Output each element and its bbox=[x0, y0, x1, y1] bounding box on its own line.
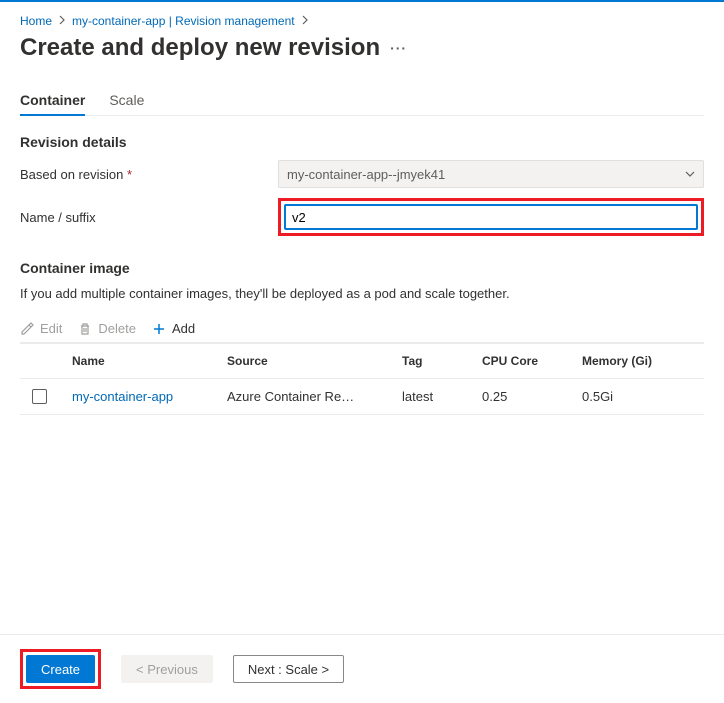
table-header: Name Source Tag CPU Core Memory (Gi) bbox=[20, 343, 704, 379]
create-button[interactable]: Create bbox=[26, 655, 95, 683]
revision-details-header: Revision details bbox=[20, 134, 704, 150]
tabs: Container Scale bbox=[20, 86, 704, 116]
plus-icon bbox=[152, 322, 166, 336]
container-table: Name Source Tag CPU Core Memory (Gi) my-… bbox=[20, 342, 704, 415]
container-image-subtext: If you add multiple container images, th… bbox=[20, 286, 704, 301]
chevron-right-icon bbox=[58, 14, 66, 28]
breadcrumb: Home my-container-app | Revision managem… bbox=[20, 14, 704, 28]
name-suffix-label: Name / suffix bbox=[20, 210, 278, 225]
col-source: Source bbox=[227, 354, 402, 368]
chevron-down-icon bbox=[685, 169, 695, 180]
container-source: Azure Container Re… bbox=[227, 389, 402, 404]
next-button[interactable]: Next : Scale > bbox=[233, 655, 344, 683]
container-name-link[interactable]: my-container-app bbox=[72, 389, 173, 404]
container-tag: latest bbox=[402, 389, 482, 404]
based-on-revision-select[interactable]: my-container-app--jmyek41 bbox=[278, 160, 704, 188]
add-button[interactable]: Add bbox=[152, 321, 195, 336]
container-image-header: Container image bbox=[20, 260, 704, 276]
col-mem: Memory (Gi) bbox=[582, 354, 704, 368]
table-toolbar: Edit Delete Add bbox=[20, 315, 704, 342]
tab-container[interactable]: Container bbox=[20, 86, 85, 115]
table-row: my-container-app Azure Container Re… lat… bbox=[20, 379, 704, 415]
previous-button[interactable]: < Previous bbox=[121, 655, 213, 683]
breadcrumb-parent[interactable]: my-container-app | Revision management bbox=[72, 14, 295, 28]
more-icon[interactable]: ··· bbox=[390, 40, 407, 56]
based-on-revision-label: Based on revision * bbox=[20, 167, 278, 182]
breadcrumb-home[interactable]: Home bbox=[20, 14, 52, 28]
page-title: Create and deploy new revision ··· bbox=[20, 34, 704, 62]
chevron-right-icon bbox=[301, 14, 309, 28]
delete-button[interactable]: Delete bbox=[78, 321, 136, 336]
container-mem: 0.5Gi bbox=[582, 389, 704, 404]
tab-scale[interactable]: Scale bbox=[109, 86, 144, 115]
edit-button[interactable]: Edit bbox=[20, 321, 62, 336]
container-cpu: 0.25 bbox=[482, 389, 582, 404]
col-name: Name bbox=[72, 354, 227, 368]
row-checkbox[interactable] bbox=[32, 389, 47, 404]
name-suffix-input[interactable] bbox=[284, 204, 698, 230]
col-cpu: CPU Core bbox=[482, 354, 582, 368]
delete-icon bbox=[78, 322, 92, 336]
col-tag: Tag bbox=[402, 354, 482, 368]
edit-icon bbox=[20, 322, 34, 336]
footer-bar: Create < Previous Next : Scale > bbox=[0, 634, 724, 703]
